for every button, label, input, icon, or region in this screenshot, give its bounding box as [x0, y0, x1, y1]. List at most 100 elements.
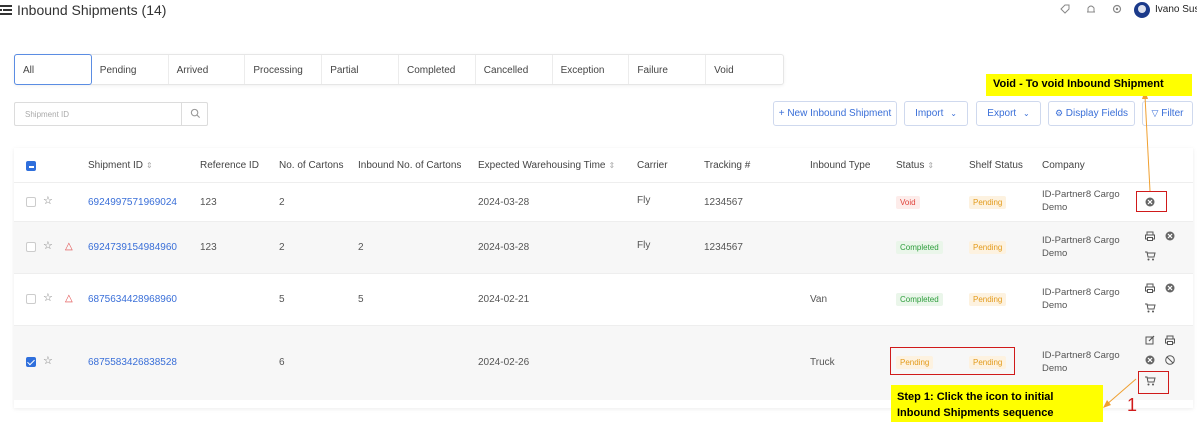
table-row: ☆ △ 6924739154984960 123 2 2 2024-03-28 …: [14, 221, 1193, 273]
column-header-inbound-type: Inbound Type: [810, 160, 871, 171]
gear-icon: ⚙: [1054, 108, 1064, 118]
void-icon[interactable]: [1144, 354, 1156, 366]
warning-icon: △: [65, 241, 73, 252]
tab-processing[interactable]: Processing: [245, 55, 323, 84]
expected-time: 2024-03-28: [478, 197, 530, 208]
star-icon[interactable]: ☆: [43, 241, 53, 252]
edit-icon[interactable]: [1144, 334, 1156, 346]
cart-icon[interactable]: [1144, 302, 1156, 314]
column-header-inbound-cartons: Inbound No. of Cartons: [358, 160, 462, 171]
reference-id: 123: [200, 197, 217, 208]
cart-icon[interactable]: [1144, 250, 1156, 262]
tag-icon[interactable]: [1059, 3, 1071, 15]
search-box: [14, 102, 208, 126]
company: ID-Partner8 Cargo Demo: [1042, 189, 1120, 213]
tab-partial[interactable]: Partial: [322, 55, 399, 84]
bell-icon[interactable]: [1085, 3, 1097, 15]
void-callout: Void - To void Inbound Shipment: [986, 74, 1192, 96]
tab-failure[interactable]: Failure: [629, 55, 707, 84]
search-button[interactable]: [181, 103, 207, 125]
gear-icon[interactable]: [1111, 3, 1123, 15]
sort-icon[interactable]: ⇕: [927, 161, 934, 170]
tab-all[interactable]: All: [14, 54, 92, 85]
company: ID-Partner8 Cargo Demo: [1042, 235, 1120, 259]
filter-icon: ▽: [1151, 108, 1159, 118]
sort-icon[interactable]: ⇕: [146, 161, 153, 170]
void-icon[interactable]: [1164, 282, 1176, 294]
column-header-status[interactable]: Status ⇕: [896, 160, 934, 171]
row-checkbox[interactable]: [26, 197, 36, 207]
inbound-type: Truck: [810, 357, 835, 368]
top-bar: Inbound Shipments (14) Ivano Susa: [0, 0, 1197, 24]
status-badge: Completed: [896, 241, 943, 254]
cartons: 6: [279, 357, 285, 368]
company: ID-Partner8 Cargo Demo: [1042, 350, 1120, 374]
menu-icon[interactable]: [0, 4, 12, 16]
reference-id: 123: [200, 242, 217, 253]
shipment-id-link[interactable]: 6875583426838528: [88, 357, 177, 368]
tab-void[interactable]: Void: [706, 55, 783, 84]
star-icon[interactable]: ☆: [43, 196, 53, 207]
new-inbound-shipment-button[interactable]: + New Inbound Shipment: [773, 101, 897, 126]
cartons: 2: [279, 197, 285, 208]
shipment-id-link[interactable]: 6875634428968960: [88, 294, 177, 305]
star-icon[interactable]: ☆: [43, 293, 53, 304]
tab-arrived[interactable]: Arrived: [169, 55, 246, 84]
display-fields-label: Display Fields: [1065, 108, 1129, 119]
shipments-table: Shipment ID ⇕ Reference ID No. of Cartons…: [14, 148, 1193, 408]
shelf-status-badge: Pending: [969, 293, 1007, 306]
tracking-number: 1234567: [704, 197, 743, 208]
cancel-icon[interactable]: [1164, 354, 1176, 366]
row-checkbox[interactable]: [26, 294, 36, 304]
sort-icon[interactable]: ⇕: [608, 161, 615, 170]
column-header-company: Company: [1042, 160, 1085, 171]
void-highlight-box: [1136, 191, 1167, 212]
chevron-down-icon: ⌄: [950, 109, 957, 118]
cart-highlight-box: [1138, 371, 1169, 394]
status-highlight-box: [890, 347, 1015, 375]
column-header-expected-time[interactable]: Expected Warehousing Time ⇕: [478, 160, 615, 171]
column-header-reference-id: Reference ID: [200, 160, 259, 171]
step-number: 1: [1127, 395, 1138, 415]
star-icon[interactable]: ☆: [43, 356, 53, 367]
inbound-cartons: 5: [358, 294, 364, 305]
tab-cancelled[interactable]: Cancelled: [476, 55, 553, 84]
cartons: 5: [279, 294, 285, 305]
shipment-id-link[interactable]: 6924739154984960: [88, 242, 177, 253]
tab-pending[interactable]: Pending: [92, 55, 169, 84]
avatar[interactable]: [1134, 2, 1150, 18]
row-checkbox[interactable]: [26, 357, 36, 367]
user-name[interactable]: Ivano Susa: [1155, 4, 1197, 15]
print-icon[interactable]: [1144, 282, 1156, 294]
table-row: ☆ △ 6875634428968960 5 5 2024-02-21 Van …: [14, 273, 1193, 325]
import-button[interactable]: Import ⌄: [904, 101, 968, 126]
shelf-status-badge: Pending: [969, 196, 1007, 209]
shipment-id-link[interactable]: 6924997571969024: [88, 197, 177, 208]
column-header-shelf-status: Shelf Status: [969, 160, 1023, 171]
filter-label: Filter: [1161, 108, 1184, 119]
column-header-shipment-id[interactable]: Shipment ID ⇕: [88, 160, 153, 171]
table-row: ☆ 6924997571969024 123 2 2024-03-28 Fly …: [14, 182, 1193, 221]
company: ID-Partner8 Cargo Demo: [1042, 287, 1120, 311]
display-fields-button[interactable]: ⚙ Display Fields: [1048, 101, 1135, 126]
filter-button[interactable]: ▽ Filter: [1142, 101, 1193, 126]
tab-completed[interactable]: Completed: [399, 55, 476, 84]
export-button[interactable]: Export ⌄: [976, 101, 1041, 126]
tab-exception[interactable]: Exception: [553, 55, 630, 84]
void-icon[interactable]: [1164, 230, 1176, 242]
select-all-checkbox[interactable]: [26, 161, 36, 171]
print-icon[interactable]: [1144, 230, 1156, 242]
inbound-type: Van: [810, 294, 828, 305]
step1-callout: Step 1: Click the icon to initial Inbound…: [891, 385, 1103, 422]
carrier: Fly: [637, 240, 651, 251]
carrier: Fly: [637, 195, 651, 206]
expected-time: 2024-02-21: [478, 294, 530, 305]
row-checkbox[interactable]: [26, 242, 36, 252]
print-icon[interactable]: [1164, 334, 1176, 346]
import-label: Import: [915, 108, 944, 119]
expected-time: 2024-03-28: [478, 242, 530, 253]
search-input[interactable]: [15, 103, 183, 125]
warning-icon: △: [65, 293, 73, 304]
column-header-carrier: Carrier: [637, 160, 668, 171]
chevron-down-icon: ⌄: [1022, 109, 1030, 118]
